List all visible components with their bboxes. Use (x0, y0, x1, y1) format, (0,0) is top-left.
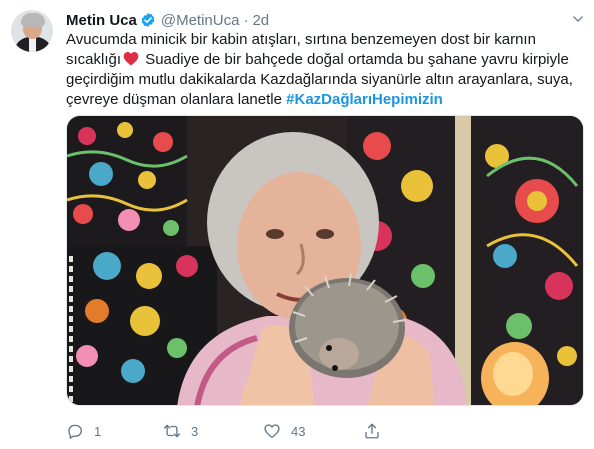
tweet-text-line-2-end: Suadiye de bir bahçede doğal ortamda bu … (141, 51, 569, 68)
author-handle[interactable]: @MetinUca (161, 12, 240, 29)
reply-count: 1 (94, 423, 102, 439)
tweet-timestamp[interactable]: 2d (252, 12, 269, 29)
tweet-actions: 1 3 43 (66, 420, 396, 442)
chevron-down-icon[interactable] (571, 12, 585, 26)
tweet-text-line-3: geçirdiğim mutlu dakikalarda Kazdağların… (66, 71, 573, 88)
like-heart-icon (264, 424, 280, 439)
retweet-button[interactable]: 3 (163, 420, 198, 442)
photo-man-holding-hedgehog (67, 116, 583, 405)
retweet-count: 3 (191, 423, 199, 439)
like-button[interactable]: 43 (263, 420, 305, 442)
separator-dot: · (243, 11, 249, 29)
avatar[interactable] (11, 10, 53, 52)
tweet-text-line-4: çevreye düşman olanlara lanetle #KazDağl… (66, 90, 581, 110)
like-count: 43 (291, 423, 306, 439)
tweet-text: Avucumda minicik bir kabin atışları, sır… (66, 30, 581, 110)
reply-button[interactable]: 1 (66, 420, 101, 442)
verified-badge-icon (141, 13, 155, 27)
tweet-text-line-1: Avucumda minicik bir kabin atışları, sır… (66, 31, 536, 48)
share-button[interactable] (363, 420, 381, 442)
tweet-card[interactable]: Metin Uca @MetinUca · 2d Avucumda minici… (0, 0, 594, 449)
author-name[interactable]: Metin Uca (66, 12, 137, 29)
red-heart-emoji-icon (123, 51, 139, 66)
tweet-text-line-4-start: çevreye düşman olanlara lanetle (66, 91, 287, 108)
retweet-icon (163, 424, 181, 438)
reply-icon (68, 424, 83, 439)
tweet-photo[interactable] (66, 115, 584, 406)
tweet-text-line-2: sıcaklığı Suadiye de bir bahçede doğal o… (66, 50, 581, 70)
tweet-text-line-2-start: sıcaklığı (66, 51, 122, 68)
share-icon (365, 423, 379, 439)
hashtag-link[interactable]: #KazDağlarıHepimizin (286, 91, 443, 108)
tweet-header: Metin Uca @MetinUca · 2d (66, 10, 269, 30)
